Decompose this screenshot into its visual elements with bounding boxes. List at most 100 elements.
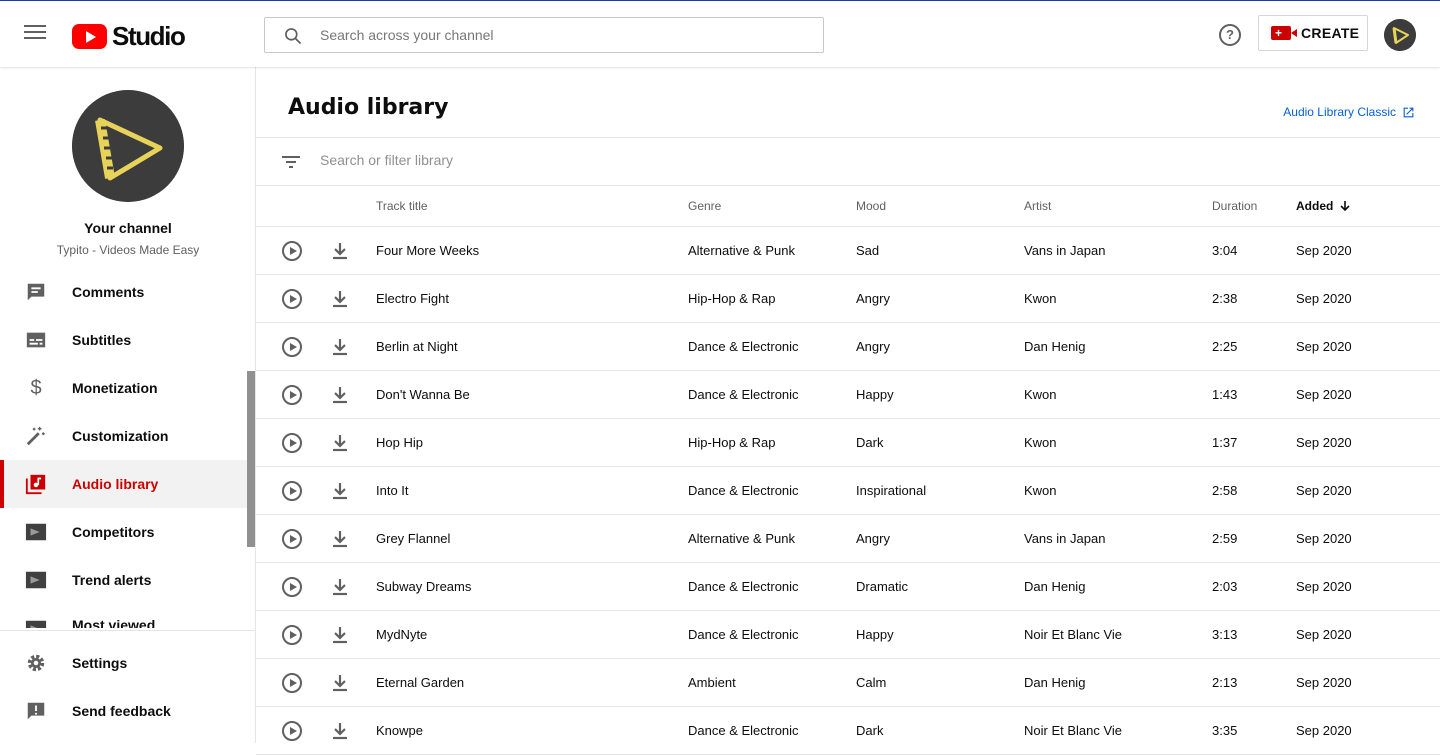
table-row[interactable]: Four More Weeks Alternative & Punk Sad Vans… <box>256 227 1440 275</box>
column-added[interactable]: Added <box>1296 199 1351 213</box>
search-input[interactable] <box>320 27 800 43</box>
sidebar-item-label: Audio library <box>72 476 159 492</box>
download-icon[interactable] <box>332 242 348 260</box>
sidebar-nav: Comments Subtitles $ Monetization Custom… <box>0 268 248 628</box>
sidebar-item-label: Most viewed <box>72 617 156 628</box>
track-added: Sep 2020 <box>1296 339 1352 354</box>
plugin-icon <box>24 568 48 592</box>
download-icon[interactable] <box>332 434 348 452</box>
track-title: Knowpe <box>376 723 423 738</box>
youtube-studio-logo[interactable]: Studio <box>72 21 186 52</box>
filter-icon[interactable] <box>281 153 301 171</box>
table-row[interactable]: Grey Flannel Alternative & Punk Angry Vans … <box>256 515 1440 563</box>
column-duration[interactable]: Duration <box>1212 199 1257 213</box>
sidebar-item-trend-alerts[interactable]: Trend alerts <box>0 556 248 604</box>
video-camera-icon: + <box>1271 26 1297 40</box>
account-avatar[interactable] <box>1384 19 1416 51</box>
sidebar-item-most-viewed[interactable]: Most viewed <box>0 604 248 628</box>
track-title: Subway Dreams <box>376 579 472 594</box>
play-icon[interactable] <box>282 481 302 501</box>
play-icon[interactable] <box>282 433 302 453</box>
dollar-icon: $ <box>30 376 42 399</box>
track-artist: Vans in Japan <box>1024 531 1106 546</box>
play-icon[interactable] <box>282 385 302 405</box>
track-genre: Dance & Electronic <box>688 339 799 354</box>
sidebar-footer: Settings Send feedback <box>0 630 255 743</box>
track-added: Sep 2020 <box>1296 483 1352 498</box>
download-icon[interactable] <box>332 530 348 548</box>
channel-avatar[interactable] <box>72 90 184 202</box>
track-artist: Noir Et Blanc Vie <box>1024 723 1123 738</box>
download-icon[interactable] <box>332 386 348 404</box>
channel-name: Your channel <box>84 220 172 236</box>
table-row[interactable]: Berlin at Night Dance & Electronic Angry Da… <box>256 323 1440 371</box>
track-mood: Happy <box>856 627 894 642</box>
classic-link-label: Audio Library Classic <box>1283 105 1396 119</box>
track-artist: Dan Henig <box>1024 579 1086 594</box>
comments-icon <box>24 280 48 304</box>
column-artist[interactable]: Artist <box>1024 199 1051 213</box>
table-row[interactable]: Eternal Garden Ambient Calm Dan Henig 2:13 Se… <box>256 659 1440 707</box>
sidebar-item-settings[interactable]: Settings <box>0 639 255 687</box>
track-mood: Happy <box>856 387 894 402</box>
table-row[interactable]: Into It Dance & Electronic Inspirational Kw… <box>256 467 1440 515</box>
table-row[interactable]: Subway Dreams Dance & Electronic Dramatic D… <box>256 563 1440 611</box>
table-row[interactable]: Don't Wanna Be Dance & Electronic Happy Kwo… <box>256 371 1440 419</box>
track-duration: 2:13 <box>1212 675 1238 690</box>
download-icon[interactable] <box>332 338 348 356</box>
track-mood: Calm <box>856 675 887 690</box>
play-icon[interactable] <box>282 721 302 741</box>
track-mood: Inspirational <box>856 483 927 498</box>
play-icon[interactable] <box>282 673 302 693</box>
track-genre: Dance & Electronic <box>688 627 799 642</box>
play-icon[interactable] <box>282 577 302 597</box>
feedback-icon <box>24 699 48 723</box>
track-genre: Dance & Electronic <box>688 387 799 402</box>
download-icon[interactable] <box>332 290 348 308</box>
sidebar-scrollbar[interactable] <box>247 371 255 547</box>
track-title: Hop Hip <box>376 435 423 450</box>
table-row[interactable]: Knowpe Dance & Electronic Dark Noir Et Blan… <box>256 707 1440 755</box>
sidebar-item-audio-library[interactable]: Audio library <box>0 460 248 508</box>
menu-icon[interactable] <box>24 25 46 43</box>
track-artist: Dan Henig <box>1024 339 1086 354</box>
track-genre: Dance & Electronic <box>688 579 799 594</box>
play-icon[interactable] <box>282 241 302 261</box>
sidebar-item-label: Settings <box>72 655 128 671</box>
track-title: Don't Wanna Be <box>376 387 470 402</box>
table-row[interactable]: Electro Fight Hip-Hop & Rap Angry Kwon 2:38 S… <box>256 275 1440 323</box>
sidebar-item-competitors[interactable]: Competitors <box>0 508 248 556</box>
sidebar-item-subtitles[interactable]: Subtitles <box>0 316 248 364</box>
track-mood: Angry <box>856 339 890 354</box>
track-duration: 2:25 <box>1212 339 1238 354</box>
play-icon[interactable] <box>282 625 302 645</box>
sidebar-item-label: Subtitles <box>72 332 132 348</box>
filter-bar <box>256 137 1440 186</box>
search-icon <box>285 28 302 45</box>
column-genre[interactable]: Genre <box>688 199 721 213</box>
play-icon[interactable] <box>282 529 302 549</box>
table-row[interactable]: MydNyte Dance & Electronic Happy Noir Et Bl… <box>256 611 1440 659</box>
download-icon[interactable] <box>332 578 348 596</box>
table-row[interactable]: Hop Hip Hip-Hop & Rap Dark Kwon 1:37 Sep 2020 <box>256 419 1440 467</box>
audio-library-classic-link[interactable]: Audio Library Classic <box>1283 105 1415 119</box>
filter-input[interactable] <box>320 152 920 168</box>
sidebar-item-comments[interactable]: Comments <box>0 268 248 316</box>
download-icon[interactable] <box>332 722 348 740</box>
channel-search[interactable] <box>264 17 824 53</box>
column-mood[interactable]: Mood <box>856 199 886 213</box>
play-icon[interactable] <box>282 337 302 357</box>
download-icon[interactable] <box>332 626 348 644</box>
sidebar-item-send-feedback[interactable]: Send feedback <box>0 687 255 735</box>
play-icon[interactable] <box>282 289 302 309</box>
column-track-title[interactable]: Track title <box>376 199 428 213</box>
gear-icon <box>24 651 48 675</box>
top-bar: Studio ? + CREATE <box>0 0 1440 67</box>
track-genre: Dance & Electronic <box>688 483 799 498</box>
create-button[interactable]: + CREATE <box>1258 15 1368 51</box>
sidebar-item-monetization[interactable]: $ Monetization <box>0 364 248 412</box>
sidebar-item-customization[interactable]: Customization <box>0 412 248 460</box>
help-icon[interactable]: ? <box>1219 24 1241 46</box>
download-icon[interactable] <box>332 674 348 692</box>
download-icon[interactable] <box>332 482 348 500</box>
